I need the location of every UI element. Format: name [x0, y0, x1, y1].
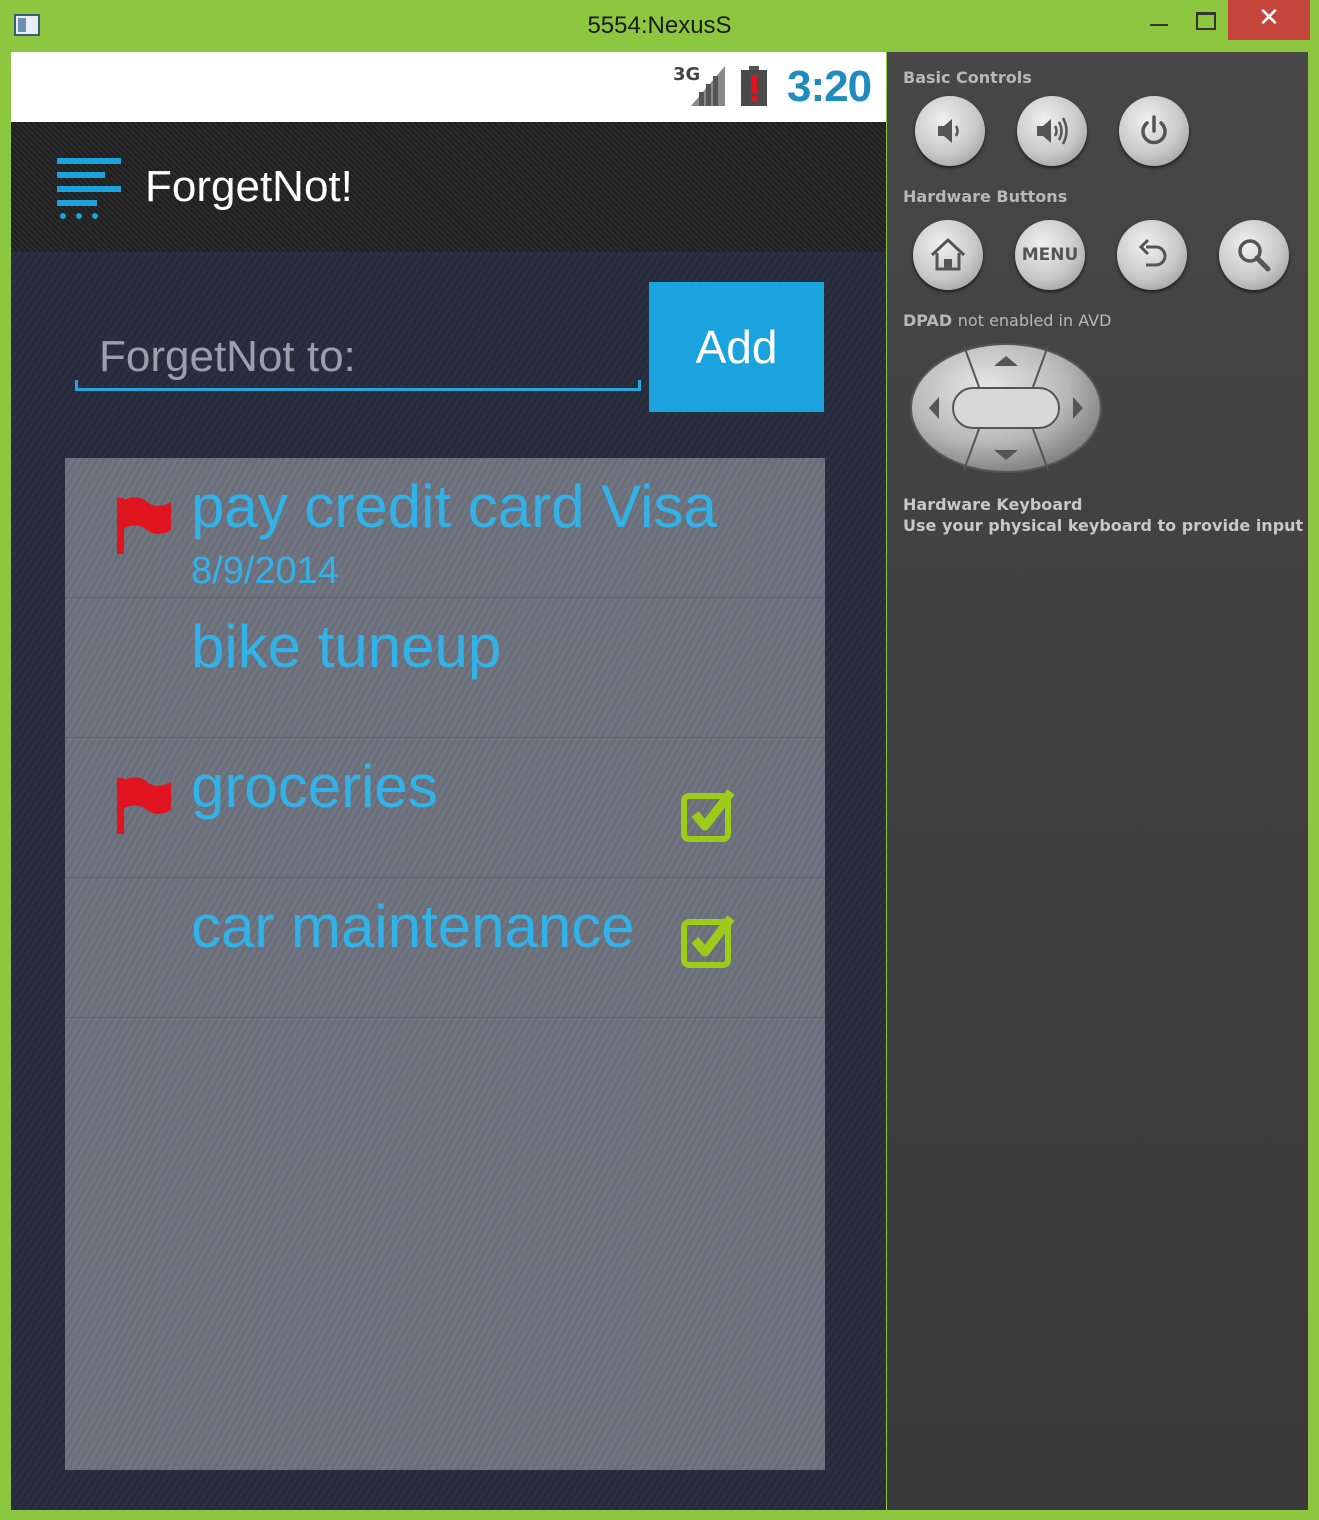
task-list: pay credit card Visa 8/9/2014 bike tuneu… — [65, 458, 825, 1470]
menu-button[interactable]: MENU — [1015, 220, 1085, 290]
dpad-note: not enabled in AVD — [957, 311, 1112, 330]
window-frame-bottom — [0, 1510, 1319, 1520]
app-menu-icon[interactable] — [57, 156, 127, 220]
checkbox-checked-icon[interactable] — [681, 788, 737, 842]
basic-controls-heading: Basic Controls — [903, 68, 1032, 87]
volume-up-icon — [1037, 117, 1068, 145]
task-row[interactable]: car maintenance — [65, 878, 825, 1018]
window-title: 5554:NexusS — [587, 12, 732, 39]
search-button[interactable] — [1219, 220, 1289, 290]
flag-icon[interactable] — [117, 494, 173, 554]
flag-icon[interactable] — [117, 774, 173, 834]
task-input[interactable] — [75, 324, 641, 390]
hardware-keyboard-info: Hardware Keyboard Use your physical keyb… — [903, 494, 1303, 536]
home-button[interactable] — [913, 220, 983, 290]
task-label: bike tuneup — [191, 613, 502, 680]
volume-down-button[interactable] — [915, 96, 985, 166]
app-title: ForgetNot! — [145, 162, 353, 211]
dpad-title: DPAD — [903, 311, 953, 330]
input-underline — [75, 380, 641, 391]
menu-button-label: MENU — [1021, 245, 1079, 265]
volume-down-icon — [938, 119, 959, 143]
phone-screen: 3G 3:20 ForgetNot! ForgetNot to: Add pay… — [11, 52, 886, 1510]
dpad-control[interactable] — [909, 342, 1103, 474]
add-button[interactable]: Add — [649, 282, 824, 412]
task-label: pay credit card Visa — [191, 473, 717, 540]
task-row[interactable]: bike tuneup — [65, 598, 825, 738]
task-input-wrapper — [75, 284, 641, 394]
window-titlebar: 5554:NexusS ✕ — [0, 0, 1319, 52]
emulator-controls-panel: Basic Controls Hardware Buttons MENU DPA… — [887, 52, 1308, 1510]
window-frame-right — [1308, 52, 1319, 1520]
task-label: groceries — [191, 753, 438, 820]
task-label: car maintenance — [191, 893, 635, 960]
dpad-heading: DPAD not enabled in AVD — [903, 311, 1111, 330]
power-button[interactable] — [1119, 96, 1189, 166]
power-icon — [1141, 115, 1167, 145]
volume-up-button[interactable] — [1017, 96, 1087, 166]
main-content: Add pay credit card Visa 8/9/2014 bike t… — [11, 252, 886, 1510]
keyboard-note: Use your physical keyboard to provide in… — [903, 516, 1304, 535]
hardware-buttons-heading: Hardware Buttons — [903, 187, 1068, 206]
battery-alert-icon — [741, 66, 767, 106]
task-row[interactable]: pay credit card Visa 8/9/2014 — [65, 458, 825, 598]
action-bar: ForgetNot! — [11, 122, 886, 252]
task-row[interactable]: groceries — [65, 738, 825, 878]
checkbox-checked-icon[interactable] — [681, 914, 737, 968]
keyboard-title: Hardware Keyboard — [903, 495, 1083, 514]
back-icon — [1138, 238, 1167, 267]
close-button[interactable]: ✕ — [1228, 0, 1310, 40]
maximize-button[interactable] — [1182, 0, 1228, 40]
search-icon — [1238, 239, 1271, 272]
minimize-button[interactable] — [1136, 0, 1182, 40]
task-date: 8/9/2014 — [191, 550, 339, 592]
status-bar: 3G 3:20 — [11, 52, 886, 122]
status-clock: 3:20 — [787, 62, 872, 111]
back-button[interactable] — [1117, 220, 1187, 290]
home-icon — [930, 237, 966, 271]
signal-icon — [691, 66, 725, 106]
